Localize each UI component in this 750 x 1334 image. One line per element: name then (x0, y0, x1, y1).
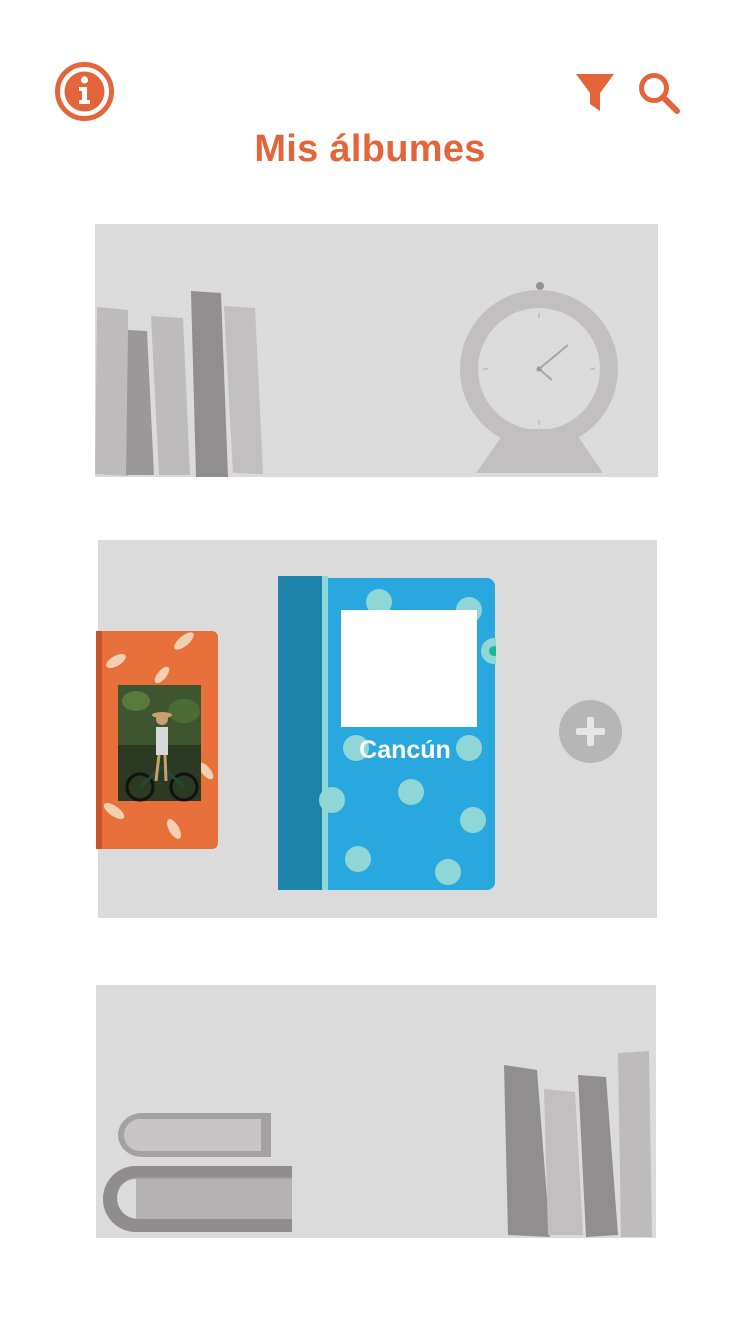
books-and-clock-illustration (95, 282, 618, 477)
shelf-top (95, 224, 658, 477)
search-icon[interactable] (637, 71, 681, 115)
info-icon[interactable] (54, 61, 115, 122)
stacked-books-illustration (103, 1051, 652, 1237)
album-cover-orange[interactable] (96, 631, 218, 849)
add-album-button[interactable] (559, 700, 622, 763)
album-title-cancun: Cancún (359, 736, 451, 764)
filter-icon[interactable] (575, 73, 615, 113)
album-cover-blue[interactable] (276, 576, 496, 891)
shelf-bottom (96, 985, 656, 1238)
page-title: Mis álbumes (254, 128, 486, 170)
